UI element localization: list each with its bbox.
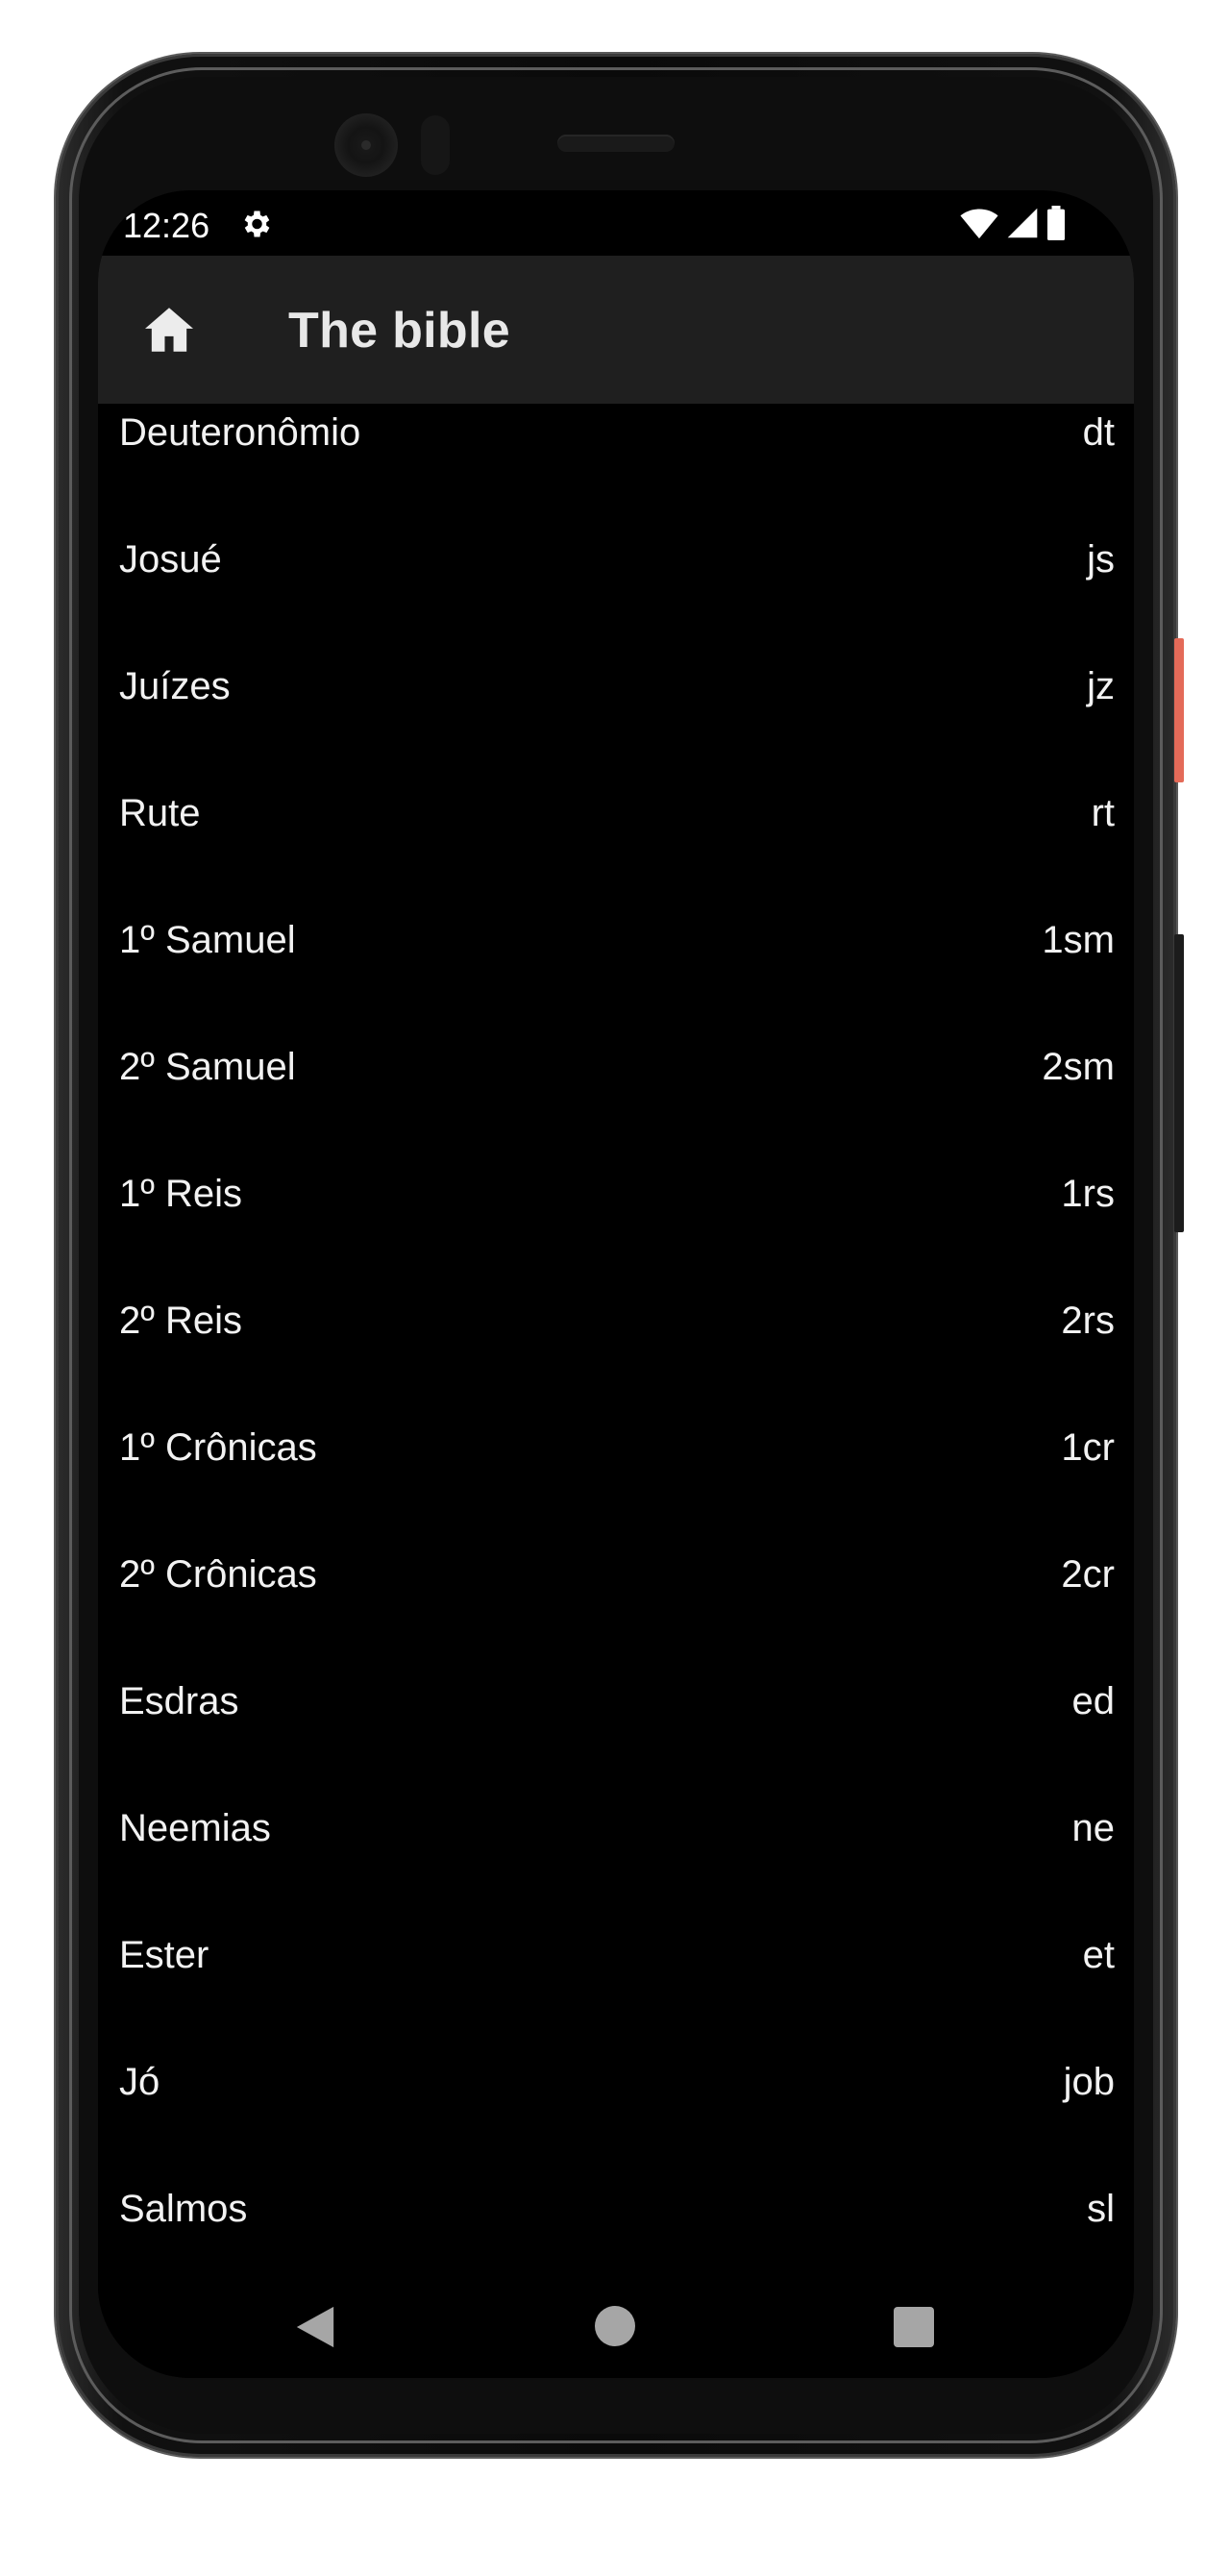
book-name: Jó [119, 2061, 160, 2103]
home-circle-icon[interactable] [595, 2306, 635, 2346]
status-time: 12:26 [123, 206, 210, 245]
list-item[interactable]: Salmos sl [98, 2180, 1134, 2278]
camera-lens [361, 140, 371, 150]
book-abbreviation: 1sm [1042, 919, 1115, 961]
cellular-signal-icon [1007, 208, 1038, 238]
wifi-icon [960, 209, 998, 239]
earpiece-speaker [557, 135, 675, 152]
navigation-bar [98, 2276, 1134, 2378]
book-abbreviation: ne [1071, 1807, 1116, 1849]
list-item[interactable]: 2º Reis 2rs [98, 1292, 1134, 1419]
book-abbreviation: 1cr [1061, 1426, 1115, 1469]
list-item[interactable]: Rute rt [98, 784, 1134, 911]
phone-screen: 12:26 The bible Deuteronômio dt Josué js… [98, 190, 1134, 2378]
list-item[interactable]: Deuteronômio dt [98, 404, 1134, 531]
proximity-sensor [421, 115, 450, 175]
book-abbreviation: 2sm [1042, 1046, 1115, 1088]
volume-button [1174, 934, 1184, 1232]
book-abbreviation: 2rs [1061, 1300, 1115, 1342]
book-abbreviation: ed [1071, 1680, 1116, 1722]
book-name: 2º Crônicas [119, 1553, 317, 1596]
page-title: The bible [288, 303, 510, 359]
app-bar: The bible [98, 256, 1134, 404]
battery-icon [1047, 206, 1065, 240]
list-item[interactable]: 1º Samuel 1sm [98, 911, 1134, 1038]
status-icons [959, 206, 1067, 240]
list-item[interactable]: 2º Samuel 2sm [98, 1038, 1134, 1165]
book-name: Josué [119, 538, 222, 581]
book-name: 2º Reis [119, 1300, 242, 1342]
book-name: 1º Reis [119, 1173, 242, 1215]
book-abbreviation: jz [1087, 665, 1115, 707]
book-name: Rute [119, 792, 201, 834]
list-item[interactable]: Jó job [98, 2053, 1134, 2180]
list-item[interactable]: Esdras ed [98, 1672, 1134, 1799]
list-item[interactable]: Juízes jz [98, 657, 1134, 784]
book-name: Neemias [119, 1807, 271, 1849]
book-list: Deuteronômio dt Josué js Juízes jz Rute rt 1º Sa… [98, 404, 1134, 2278]
back-triangle-icon[interactable] [294, 2305, 336, 2349]
book-name: 1º Samuel [119, 919, 296, 961]
book-name: Esdras [119, 1680, 239, 1722]
list-item[interactable]: Josué js [98, 531, 1134, 657]
list-item[interactable]: 1º Reis 1rs [98, 1165, 1134, 1292]
book-abbreviation: dt [1082, 411, 1115, 454]
book-name: 1º Crônicas [119, 1426, 317, 1469]
list-item[interactable]: Neemias ne [98, 1799, 1134, 1926]
book-abbreviation: 2cr [1061, 1553, 1115, 1596]
book-name: Ester [119, 1934, 209, 1976]
book-name: Salmos [119, 2188, 248, 2230]
list-item[interactable]: Ester et [98, 1926, 1134, 2053]
book-name: 2º Samuel [119, 1046, 296, 1088]
power-button [1174, 638, 1184, 782]
status-bar: 12:26 [98, 190, 1134, 256]
book-abbreviation: et [1082, 1934, 1115, 1976]
recents-square-icon[interactable] [894, 2307, 934, 2347]
settings-gear-icon [244, 211, 270, 237]
book-abbreviation: js [1087, 538, 1115, 581]
list-item[interactable]: 2º Crônicas 2cr [98, 1546, 1134, 1672]
book-name: Deuteronômio [119, 411, 361, 454]
book-abbreviation: rt [1091, 792, 1115, 834]
book-abbreviation: sl [1087, 2188, 1115, 2230]
book-abbreviation: job [1063, 2061, 1115, 2103]
list-item[interactable]: 1º Crônicas 1cr [98, 1419, 1134, 1546]
book-name: Juízes [119, 665, 231, 707]
home-icon[interactable] [142, 306, 196, 354]
book-abbreviation: 1rs [1061, 1173, 1115, 1215]
device-canvas: 12:26 The bible Deuteronômio dt Josué js… [0, 0, 1230, 2576]
